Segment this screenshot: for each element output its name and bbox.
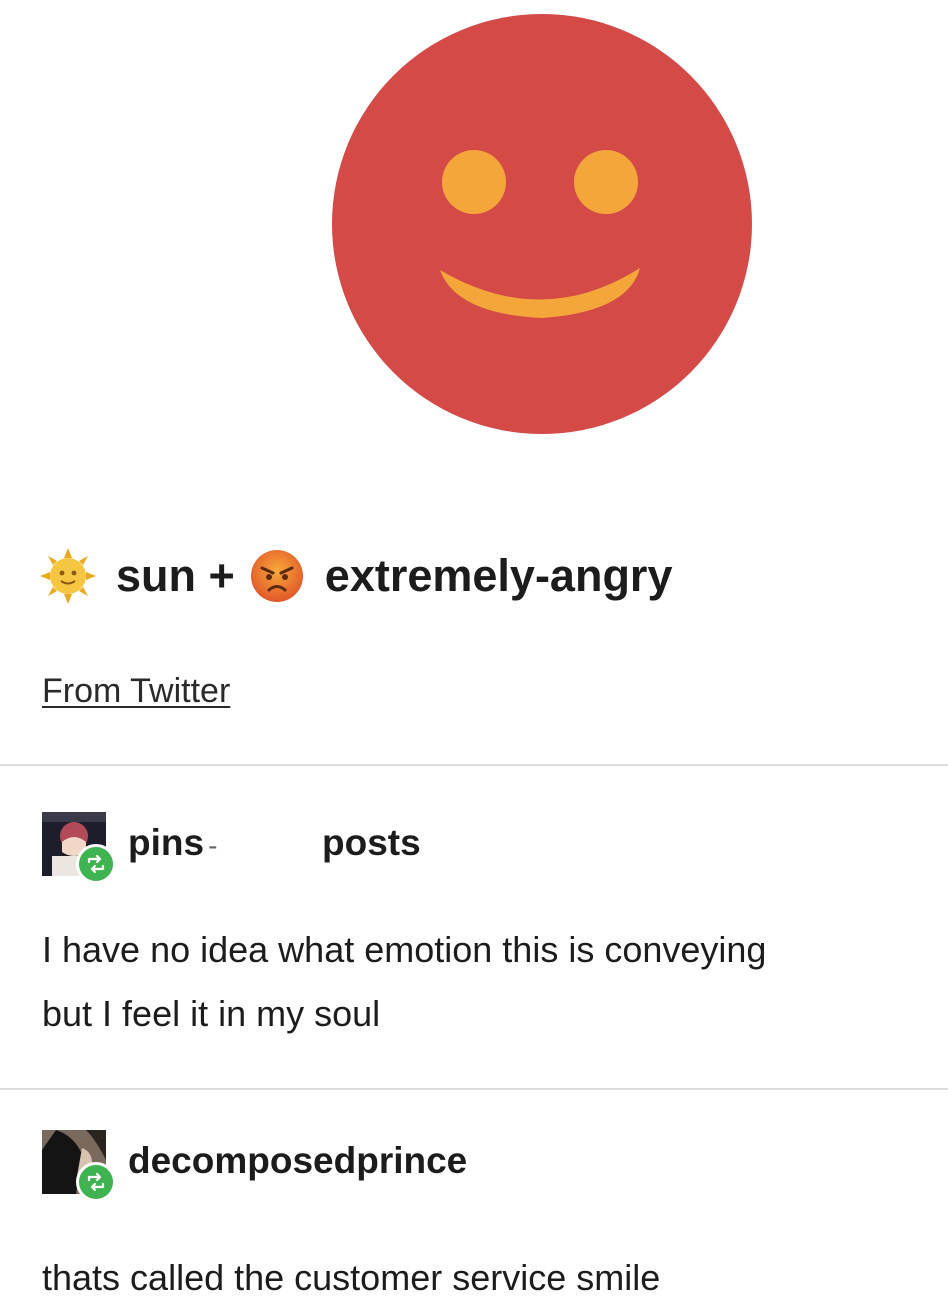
reblog-username[interactable]: pins - — [128, 822, 217, 864]
reblog-comment: thats called the customer service smile — [42, 1246, 948, 1310]
comment-line: thats called the customer service smile — [42, 1257, 661, 1298]
smiling-red-face-emoji — [328, 12, 756, 436]
face-circle — [332, 14, 752, 434]
sun-with-face-icon — [40, 548, 96, 604]
extremely-angry-face-icon — [249, 548, 305, 604]
right-eye — [574, 150, 638, 214]
left-emoji-label: sun + — [116, 550, 235, 601]
post-divider — [0, 764, 948, 766]
username-text: pins — [128, 822, 205, 863]
source-link[interactable]: From Twitter — [42, 672, 230, 711]
right-emoji-label: extremely-angry — [324, 550, 673, 601]
comment-line: but I feel it in my soul — [42, 993, 381, 1034]
emoji-mix-caption: sun + extremely-angry — [40, 546, 686, 606]
username-separator: - — [208, 830, 218, 861]
comment-line: I have no idea what emotion this is conv… — [42, 929, 767, 970]
reblog-icon — [76, 1162, 116, 1202]
post-divider — [0, 1088, 948, 1090]
username-suffix[interactable]: posts — [322, 822, 421, 864]
reblog-username[interactable]: decomposedprince — [128, 1140, 467, 1182]
reblog-icon — [76, 844, 116, 884]
dark-hair-portrait-avatar-icon[interactable] — [42, 1130, 116, 1202]
reblog-comment: I have no idea what emotion this is conv… — [42, 918, 948, 1046]
anime-character-avatar-icon[interactable] — [42, 812, 116, 884]
left-eye — [442, 150, 506, 214]
red-smile-face-icon — [332, 14, 752, 434]
